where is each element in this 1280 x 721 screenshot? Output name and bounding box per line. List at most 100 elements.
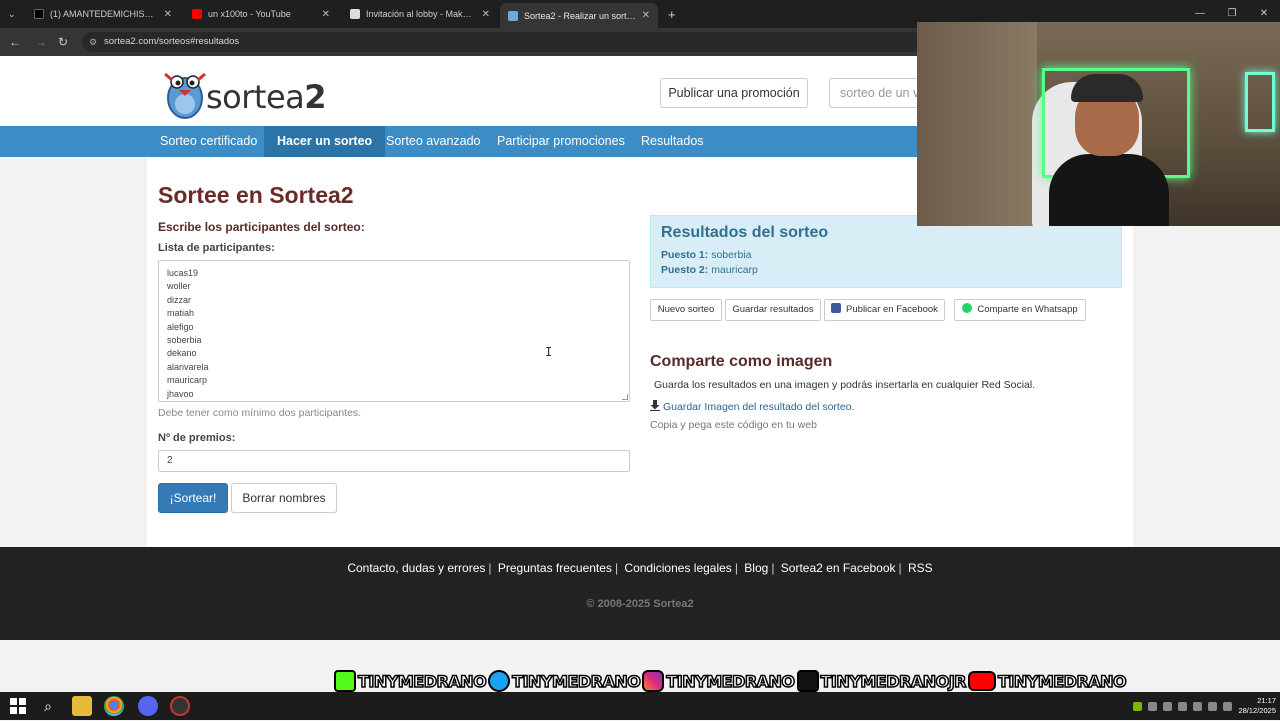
chrome-icon[interactable] (104, 696, 124, 716)
clear-names-button[interactable]: Borrar nombres (231, 483, 337, 513)
youtube-icon (192, 9, 202, 19)
participant-line: alefigo (167, 321, 194, 332)
share-image-title: Comparte como imagen (650, 353, 833, 370)
tray-icon[interactable] (1178, 701, 1188, 711)
save-results-button[interactable]: Guardar resultados (725, 299, 821, 321)
new-tab-button[interactable]: + (660, 4, 682, 24)
download-icon (650, 400, 660, 411)
participant-line: lucas19 (167, 268, 199, 278)
tab-sortea2[interactable]: Sortea2 - Realizar un sorteo ✕ (500, 3, 658, 28)
participant-line: soberbia (167, 334, 202, 345)
result-place-2: Puesto 2: mauricarp (661, 264, 758, 276)
participant-line: alanvarela (167, 361, 209, 372)
obs-icon[interactable] (170, 696, 190, 716)
participant-line: dizzar (167, 294, 192, 305)
whatsapp-icon (962, 303, 973, 313)
copy-code-hint: Copia y pega este código en tu web (650, 419, 817, 431)
close-icon[interactable]: ✕ (322, 9, 330, 20)
chevron-down-icon: ⌄ (8, 8, 16, 19)
volume-icon[interactable] (1223, 701, 1233, 711)
facebook-share-button[interactable]: Publicar en Facebook (824, 299, 945, 321)
close-icon[interactable]: ✕ (482, 9, 490, 20)
share-image-description: Guarda los resultados en una imagen y po… (654, 379, 1036, 391)
participants-textarea[interactable]: lucas19 woller dizzar matiah alefigo sob… (158, 260, 630, 402)
windows-taskbar: ⌕ 21:17 28/12/2025 (0, 692, 1280, 720)
x-icon (34, 9, 44, 19)
tab-search-dropdown[interactable]: ⌄ (0, 4, 22, 24)
prizes-label: Nº de premios: (158, 432, 236, 444)
webcam-wall (917, 22, 1037, 226)
discord-icon[interactable] (138, 696, 158, 716)
network-icon[interactable] (1208, 701, 1218, 711)
footer-link-contact[interactable]: Contacto, dudas y errores (347, 561, 485, 575)
whatsapp-share-button[interactable]: Comparte en Whatsapp (954, 299, 1086, 321)
file-explorer-icon[interactable] (72, 696, 92, 716)
close-icon[interactable]: ✕ (642, 10, 650, 21)
page-title: Sortee en Sortea2 (158, 182, 354, 208)
tab-twitter[interactable]: (1) AMANTEDEMICHIS1 on X: "L ✕ (26, 4, 180, 24)
address-bar[interactable]: ⚙ sortea2.com/sorteos#resultados (82, 32, 922, 52)
windows-start-icon[interactable] (8, 696, 28, 716)
publish-promotion-button[interactable]: Publicar una promoción (660, 78, 808, 108)
participant-line: matiah (167, 308, 195, 319)
footer-link-faq[interactable]: Preguntas frecuentes (498, 561, 612, 575)
new-draw-button[interactable]: Nuevo sorteo (650, 299, 722, 321)
reload-icon[interactable]: ↻ (54, 33, 72, 51)
facebook-icon (831, 303, 842, 313)
nav-sorteo-avanzado[interactable]: Sorteo avanzado (373, 126, 494, 157)
footer-link-facebook[interactable]: Sortea2 en Facebook (781, 561, 896, 575)
nvidia-icon[interactable] (1133, 701, 1143, 711)
prizes-input[interactable]: 2 (158, 450, 630, 472)
webcam-person (1049, 70, 1169, 226)
nav-participar-promociones[interactable]: Participar promociones (484, 126, 638, 157)
social-youtube: TINYMEDRANO (967, 671, 1127, 691)
tray-icon[interactable] (1163, 701, 1173, 711)
logo-wordmark-prefix: sortea (206, 78, 305, 116)
footer-link-legal[interactable]: Condiciones legales (624, 561, 731, 575)
nav-sorteo-certificado[interactable]: Sorteo certificado (147, 126, 270, 157)
text-cursor-icon: I (545, 345, 553, 359)
nav-hacer-un-sorteo[interactable]: Hacer un sorteo (264, 126, 386, 157)
participants-label: Lista de participantes: (158, 242, 275, 254)
participant-line: jhavoo (167, 388, 194, 399)
save-image-link[interactable]: Guardar Imagen del resultado del sorteo. (650, 400, 854, 413)
form-subtitle: Escribe los participantes del sorteo: (158, 220, 365, 234)
participant-line: woller (167, 281, 191, 292)
place-label: Puesto 2: (661, 264, 709, 276)
webcam-person-cap (1071, 74, 1143, 102)
sortear-button[interactable]: ¡Sortear! (158, 483, 228, 513)
tab-lobby[interactable]: Invitación al lobby - Make it Me ✕ (342, 4, 498, 24)
close-icon[interactable]: ✕ (164, 9, 172, 20)
webcam-person-body (1049, 154, 1169, 226)
twitter-icon (488, 670, 511, 692)
logo-wordmark[interactable]: sortea2 (206, 78, 327, 116)
search-icon[interactable]: ⌕ (38, 696, 58, 716)
social-twitter: TINYMEDRANO (488, 670, 642, 692)
system-clock[interactable]: 21:17 28/12/2025 (1238, 696, 1276, 716)
system-tray: 21:17 28/12/2025 (1133, 692, 1276, 720)
kick-icon (334, 670, 356, 692)
footer-link-blog[interactable]: Blog (744, 561, 768, 575)
social-instagram: TINYMEDRANO (642, 670, 796, 692)
logo-wordmark-suffix: 2 (304, 78, 327, 116)
result-place-1: Puesto 1: soberbia (661, 249, 751, 261)
resize-handle[interactable] (622, 394, 628, 400)
forward-icon[interactable]: → (32, 33, 50, 51)
footer-links: Contacto, dudas y errores | Preguntas fre… (347, 561, 933, 575)
copyright: © 2008-2025 Sortea2 (586, 598, 694, 610)
results-title: Resultados del sorteo (661, 224, 829, 241)
social-kick: TINYMEDRANO (334, 670, 487, 692)
tray-icon[interactable] (1193, 701, 1203, 711)
instagram-icon (642, 670, 665, 692)
tray-icon[interactable] (1148, 701, 1158, 711)
nav-resultados[interactable]: Resultados (628, 126, 717, 157)
site-footer: Contacto, dudas y errores | Preguntas fre… (0, 547, 1280, 640)
make-it-meme-icon (350, 9, 360, 19)
tab-youtube[interactable]: un x100to - YouTube ✕ (184, 4, 338, 24)
back-icon[interactable]: ← (6, 33, 24, 51)
webcam-neon-sign (1245, 72, 1275, 132)
participant-line: dekano (167, 348, 197, 359)
youtube-icon (967, 671, 996, 691)
site-info-icon[interactable]: ⚙ (89, 32, 97, 52)
footer-link-rss[interactable]: RSS (908, 561, 933, 575)
